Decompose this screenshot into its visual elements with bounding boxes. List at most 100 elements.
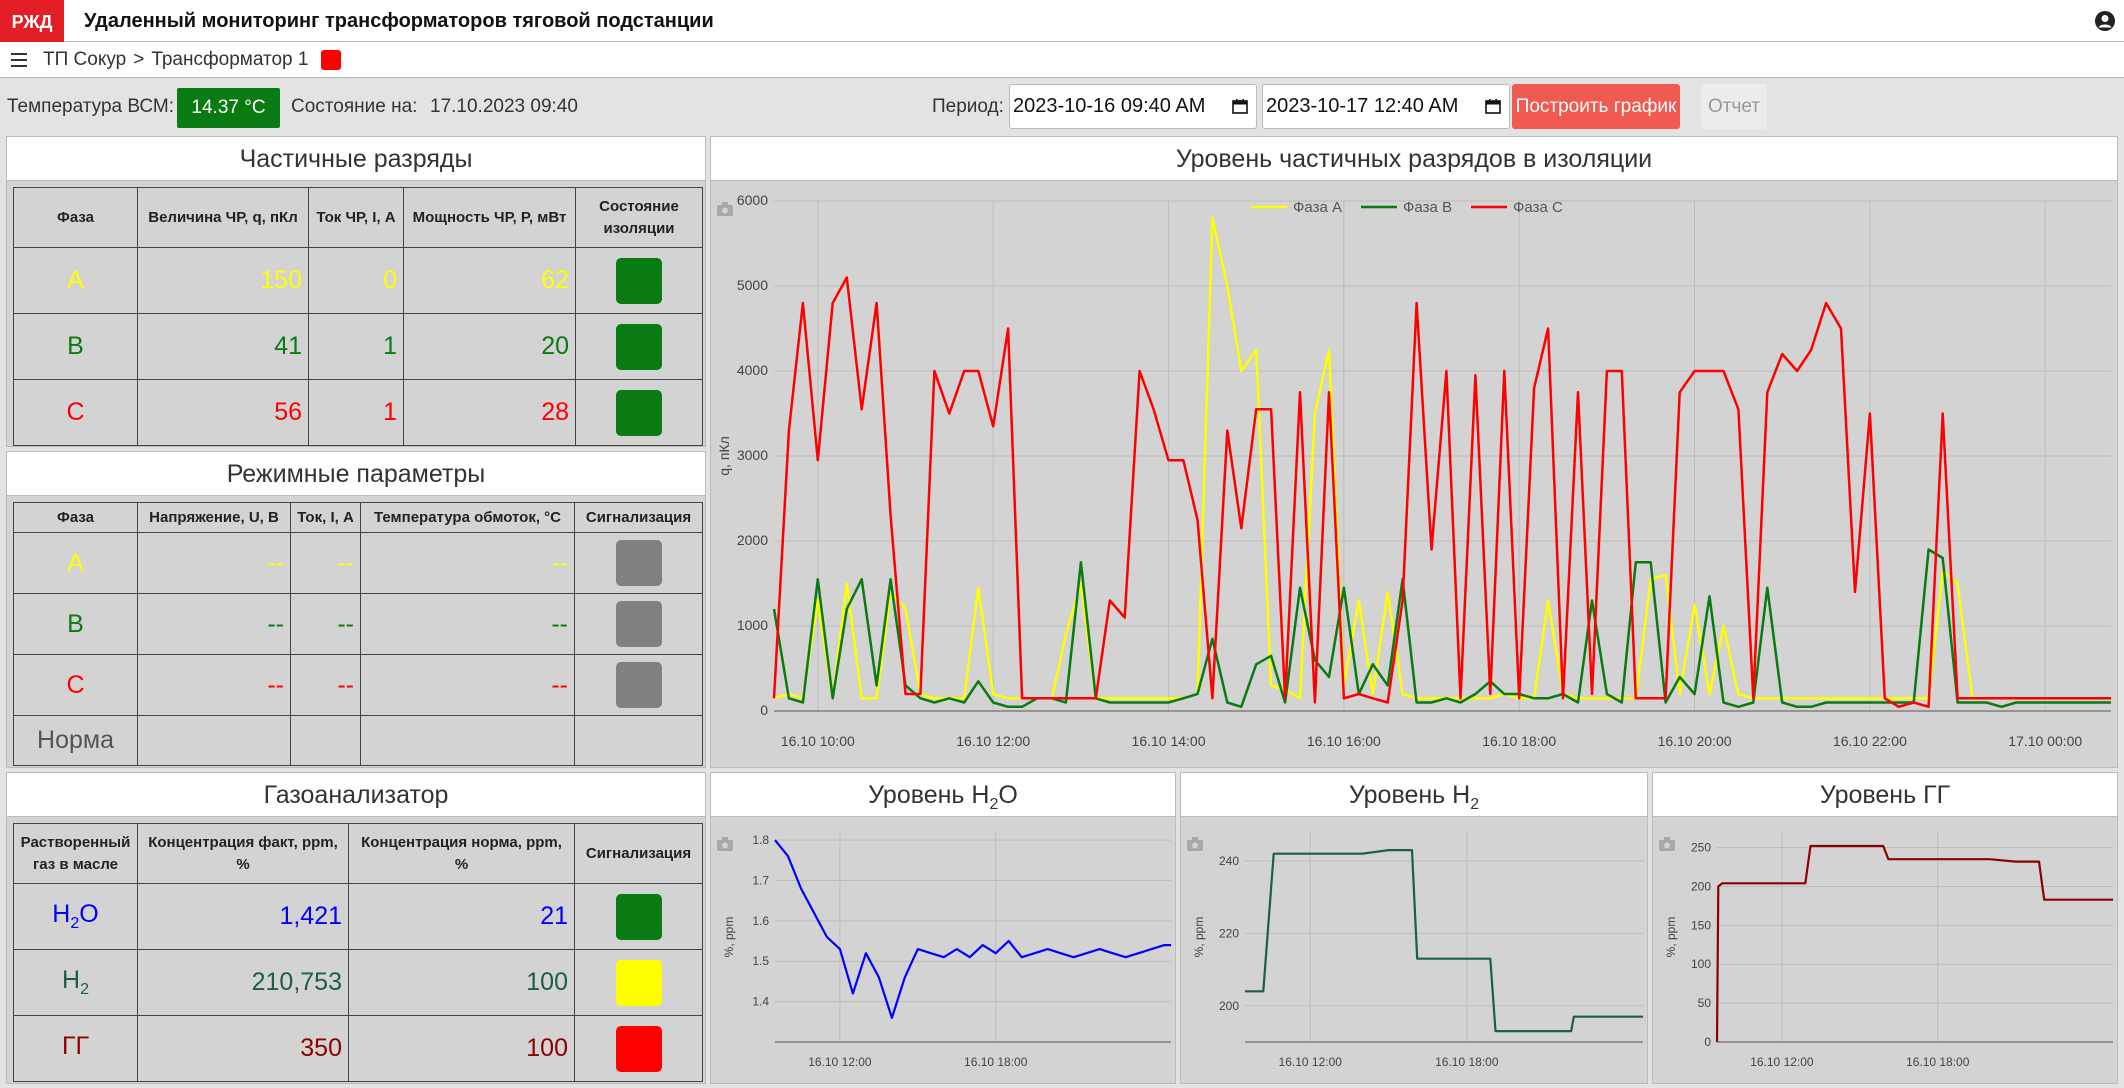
logo-text: РЖД: [12, 12, 53, 32]
y-tick-label: 220: [1219, 926, 1239, 940]
x-tick-label: 16.10 18:00: [1435, 1055, 1499, 1069]
mode-parameters-table: Фаза Напряжение, U, В Ток, I, А Температ…: [13, 502, 703, 766]
series-line: [774, 839, 1171, 1019]
build-chart-button[interactable]: Построить график: [1512, 84, 1680, 129]
gas-analyzer-panel: Газоанализатор Растворенный газ в масле …: [6, 772, 706, 1084]
app-title: Удаленный мониторинг трансформаторов тяг…: [84, 10, 714, 32]
col-header: Концентрация норма, ppm, %: [348, 823, 575, 884]
col-header: Концентрация факт, ppm, %: [137, 823, 349, 884]
gg-level-chart[interactable]: 0 50 100 150 200 250 16.10 12:00 16.10 18:00 %, …: [1653, 817, 2118, 1084]
panel-title: Уровень H2O: [711, 773, 1175, 817]
empty-cell: [574, 715, 703, 766]
hamburger-menu-icon[interactable]: [10, 51, 30, 69]
panel-title: Режимные параметры: [7, 452, 705, 496]
calendar-icon[interactable]: [1485, 98, 1501, 114]
y-axis-label: q, пКл: [716, 436, 732, 475]
period-to-input[interactable]: 2023-10-17 12:40 AM: [1262, 84, 1510, 129]
state-datetime: 17.10.2023 09:40: [430, 96, 578, 117]
y-tick-label: 200: [1691, 879, 1711, 893]
x-tick-label: 16.10 20:00: [1658, 733, 1732, 749]
y-tick-label: 100: [1691, 957, 1711, 971]
concentration-norm-cell: 100: [348, 949, 575, 1016]
signal-cell: [574, 949, 703, 1016]
signal-cell: [574, 883, 703, 950]
user-icon[interactable]: [2094, 10, 2116, 32]
breadcrumb-separator: >: [133, 49, 145, 70]
table-row: B 41 1 20: [13, 313, 703, 380]
col-header: Сигнализация: [574, 823, 703, 884]
col-header: Сигнализация: [574, 502, 703, 533]
y-axis-label: %, ppm: [722, 917, 736, 958]
series-line: [1715, 844, 2113, 1043]
breadcrumb-current: Трансформатор 1: [151, 49, 309, 70]
winding-temp-cell: --: [360, 593, 575, 655]
pd-q-cell: 150: [137, 247, 309, 314]
phase-cell: B: [13, 593, 138, 655]
signal-lamp: [615, 540, 662, 586]
x-tick-label: 17.10 00:00: [2008, 733, 2082, 749]
phase-cell: A: [13, 532, 138, 594]
concentration-norm-cell: 21: [348, 883, 575, 950]
insulation-status-cell: [575, 379, 703, 446]
signal-cell: [574, 593, 703, 655]
col-header: Напряжение, U, В: [137, 502, 291, 533]
concentration-norm-cell: 100: [348, 1015, 575, 1082]
col-header: Величина ЧР, q, пКл: [137, 187, 309, 248]
phase-cell: B: [13, 313, 138, 380]
table-row: H2O 1,421 21: [13, 883, 703, 950]
col-header: Фаза: [13, 187, 138, 248]
voltage-cell: --: [137, 654, 291, 716]
y-tick-label: 1.4: [752, 995, 769, 1009]
y-tick-label: 1.5: [752, 954, 769, 968]
gg-chart-panel: Уровень ГГ 0 50 100 150 200 250 16.10 12:00 16.…: [1652, 772, 2118, 1084]
current-cell: --: [290, 654, 361, 716]
temp-value-badge: 14.37 °C: [177, 88, 280, 128]
phase-cell: A: [13, 247, 138, 314]
x-tick-label: 16.10 12:00: [1750, 1055, 1814, 1069]
temp-label: Температура ВСМ:: [7, 96, 175, 117]
camera-icon: [717, 837, 733, 851]
legend-item: Фаза C: [1471, 199, 1563, 216]
breadcrumb-root[interactable]: ТП Сокур: [43, 42, 126, 78]
y-tick-label: 4000: [737, 362, 768, 378]
rzd-logo: РЖД: [0, 0, 64, 42]
y-axis-label: %, ppm: [1192, 917, 1206, 958]
table-row: B -- -- --: [13, 593, 703, 655]
app-header: РЖД Удаленный мониторинг трансформаторов…: [0, 0, 2124, 42]
signal-lamp: [615, 601, 662, 647]
y-tick-label: 0: [1704, 1035, 1711, 1049]
pd-p-cell: 62: [403, 247, 576, 314]
table-row: A 150 0 62: [13, 247, 703, 314]
signal-lamp: [615, 662, 662, 708]
report-button[interactable]: Отчет: [1701, 84, 1767, 129]
period-label: Период:: [932, 96, 1004, 117]
camera-icon: [1659, 837, 1675, 851]
y-tick-label: 1000: [737, 617, 768, 633]
norm-label-cell: Норма: [13, 715, 138, 766]
pd-p-cell: 20: [403, 313, 576, 380]
partial-discharge-table: Фаза Величина ЧР, q, пКл Ток ЧР, I, А Мо…: [13, 187, 703, 446]
period-to-value: 2023-10-17 12:40 AM: [1266, 95, 1459, 117]
insulation-status-cell: [575, 247, 703, 314]
x-tick-label: 16.10 18:00: [1906, 1055, 1970, 1069]
series-line: [1245, 848, 1643, 1033]
x-tick-label: 16.10 12:00: [1279, 1055, 1343, 1069]
panel-title: Уровень H2: [1181, 773, 1647, 817]
h2o-level-chart[interactable]: 1.4 1.5 1.6 1.7 1.8 16.10 12:00 16.10 18:00 %, …: [711, 817, 1176, 1084]
y-tick-label: 5000: [737, 277, 768, 293]
h2-level-chart[interactable]: 200 220 240 16.10 12:00 16.10 18:00 %, ppm: [1181, 817, 1648, 1084]
y-tick-label: 200: [1219, 999, 1239, 1013]
table-row: ГГ 350 100: [13, 1015, 703, 1082]
series-line: [772, 548, 2111, 709]
period-from-input[interactable]: 2023-10-16 09:40 AM: [1009, 84, 1257, 129]
gas-name-cell: H2O: [13, 883, 138, 950]
pd-chart-panel: Уровень частичных разрядов в изоляции 01…: [710, 136, 2118, 768]
status-lamp: [616, 323, 662, 370]
y-tick-label: 50: [1698, 996, 1712, 1010]
gas-name-cell: H2: [13, 949, 138, 1016]
partial-discharge-panel: Частичные разряды Фаза Величина ЧР, q, п…: [6, 136, 706, 447]
calendar-icon[interactable]: [1232, 98, 1248, 114]
table-row: Норма: [13, 715, 703, 766]
legend-label: Фаза B: [1403, 199, 1452, 216]
pd-level-chart[interactable]: 0 1000 2000 3000 4000 5000 6000 16.10 10:00 16.1…: [711, 181, 2118, 768]
